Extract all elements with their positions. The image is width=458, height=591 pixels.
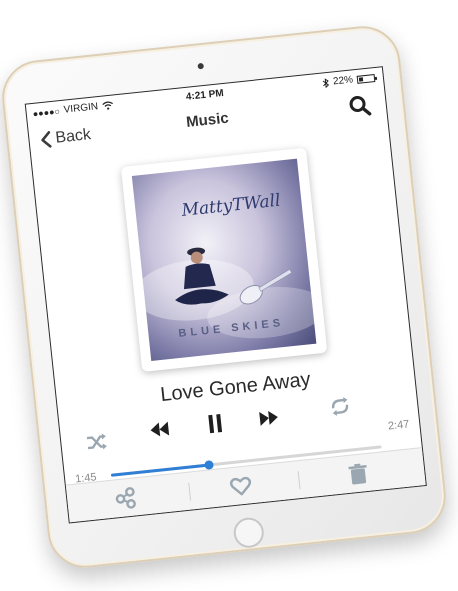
pause-icon[interactable] (201, 409, 230, 438)
battery-icon (356, 73, 376, 84)
heart-icon[interactable] (228, 473, 254, 499)
total-time: 2:47 (387, 418, 410, 433)
album-cover: MattyTWall BLUE SKIES (131, 158, 317, 361)
battery-percent: 22% (332, 74, 354, 88)
search-icon[interactable] (347, 93, 373, 119)
fast-forward-icon[interactable] (255, 404, 284, 433)
screen: ●●●●○ VIRGIN 4:21 PM 22% Back Music Matt… (24, 66, 427, 524)
rewind-icon[interactable] (145, 415, 174, 444)
repeat-icon[interactable] (326, 392, 355, 421)
bluetooth-icon (322, 77, 330, 88)
stage: ●●●●○ VIRGIN 4:21 PM 22% Back Music Matt… (0, 0, 458, 591)
tablet-frame: ●●●●○ VIRGIN 4:21 PM 22% Back Music Matt… (0, 22, 450, 572)
toolbar-divider (188, 482, 192, 501)
trash-icon[interactable] (345, 461, 371, 487)
camera (197, 62, 205, 70)
toolbar-divider (297, 471, 301, 490)
album-card: MattyTWall BLUE SKIES (120, 147, 328, 372)
share-icon[interactable] (112, 485, 138, 511)
home-button[interactable] (232, 516, 266, 550)
